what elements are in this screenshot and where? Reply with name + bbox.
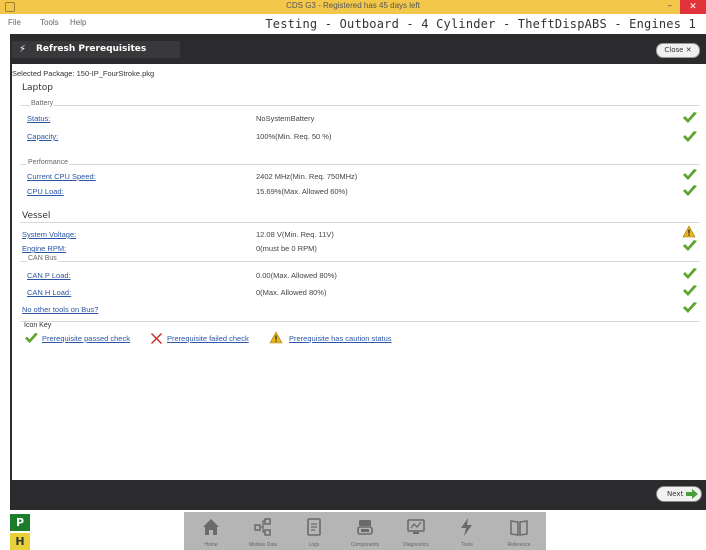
- check-icon: [683, 268, 697, 279]
- close-label: Close: [664, 46, 684, 54]
- menu-help[interactable]: Help: [70, 18, 86, 27]
- nav-module-data[interactable]: Module Data: [241, 512, 285, 550]
- check-icon: [683, 169, 697, 180]
- capacity-value: 100%(Min. Req. 50 %): [256, 132, 332, 141]
- section-vessel: Vessel: [22, 211, 51, 221]
- window-close-icon[interactable]: ✕: [680, 0, 706, 14]
- system-voltage-link[interactable]: System Voltage:: [22, 230, 76, 239]
- group-performance: Performance: [27, 159, 70, 166]
- next-button[interactable]: Next: [656, 486, 702, 502]
- h-badge[interactable]: H: [10, 533, 30, 550]
- close-button[interactable]: Close ✕: [656, 43, 700, 58]
- nav-logs-label: Logs: [308, 542, 320, 548]
- group-battery: Battery: [30, 100, 55, 107]
- group-divider: [20, 164, 700, 165]
- home-icon: [203, 519, 219, 535]
- nav-tools[interactable]: Tools: [445, 512, 489, 550]
- nav-components-label: Components: [350, 542, 380, 548]
- cpu-load-link[interactable]: CPU Load:: [27, 187, 64, 196]
- engine-rpm-link[interactable]: Engine RPM:: [22, 244, 66, 253]
- menu-file[interactable]: File: [8, 18, 21, 27]
- key-failed: Prerequisite failed check: [167, 334, 249, 343]
- key-passed: Prerequisite passed check: [42, 334, 130, 343]
- arrow-right-icon: [686, 489, 698, 499]
- nav-diagnostics[interactable]: Diagnostics: [394, 512, 438, 550]
- failed-x-icon: [151, 333, 162, 344]
- key-caution: Prerequisite has caution status: [289, 334, 392, 343]
- capacity-link[interactable]: Capacity:: [27, 132, 58, 141]
- nav-diagnostics-label: Diagnostics: [403, 542, 429, 548]
- group-divider: [20, 105, 700, 106]
- nav-logs[interactable]: Logs: [292, 512, 336, 550]
- other-tools-link[interactable]: No other tools on Bus?: [22, 305, 98, 314]
- can-h-load-link[interactable]: CAN H Load:: [27, 288, 71, 297]
- can-p-load-link[interactable]: CAN P Load:: [27, 271, 71, 280]
- can-p-load-value: 0.00(Max. Allowed 80%): [256, 271, 337, 280]
- system-voltage-value: 12.08 V(Min. Req. 11V): [256, 230, 334, 239]
- nav-components[interactable]: Components: [343, 512, 387, 550]
- icon-key-title: Icon Key: [24, 322, 52, 329]
- next-label: Next: [667, 490, 684, 498]
- module-data-icon: [254, 518, 271, 536]
- can-h-load-value: 0(Max. Allowed 80%): [256, 288, 327, 297]
- nav-module-data-label: Module Data: [248, 542, 278, 548]
- diagnostics-icon: [407, 519, 425, 534]
- check-icon: [683, 302, 697, 313]
- status-value: NoSystemBattery: [256, 114, 315, 123]
- components-icon: [357, 520, 373, 535]
- check-icon: [683, 285, 697, 296]
- section-laptop: Laptop: [22, 83, 53, 93]
- cpu-load-value: 15.69%(Max. Allowed 60%): [256, 187, 348, 196]
- nav-tools-label: Tools: [461, 542, 473, 548]
- caution-icon: [682, 225, 696, 238]
- lightning-icon: [461, 518, 472, 536]
- page-title: Refresh Prerequisites: [36, 44, 147, 54]
- menu-tools[interactable]: Tools: [40, 18, 59, 27]
- cpu-speed-link[interactable]: Current CPU Speed:: [27, 172, 96, 181]
- menu-bar: File Tools Help Testing - Outboard - 4 C…: [0, 14, 706, 34]
- group-divider: [20, 261, 700, 262]
- nav-home[interactable]: Home: [189, 512, 233, 550]
- engine-rpm-value: 0(must be 0 RPM): [256, 244, 317, 253]
- check-icon: [683, 240, 697, 251]
- close-icon: ✕: [685, 46, 692, 54]
- cpu-speed-value: 2402 MHz(Min. Req. 750MHz): [256, 172, 358, 181]
- status-link[interactable]: Status:: [27, 114, 50, 123]
- nav-reference[interactable]: Reference: [497, 512, 541, 550]
- logs-icon: [307, 518, 321, 536]
- check-icon: [683, 112, 697, 123]
- nav-home-label: Home: [204, 542, 218, 548]
- page-header: ⚡︎ Refresh Prerequisites: [12, 41, 180, 58]
- selected-package: Selected Package: 150-IP_FourStroke.pkg: [12, 69, 155, 78]
- check-icon: [683, 131, 697, 142]
- lightning-icon: ⚡︎: [19, 44, 27, 55]
- minimize-icon[interactable]: –: [668, 1, 673, 11]
- window-title: CDS G3 - Registered has 45 days left: [286, 1, 420, 10]
- book-icon: [510, 520, 528, 536]
- nav-reference-label: Reference: [507, 542, 531, 548]
- window-title-bar: CDS G3 - Registered has 45 days left – ✕: [0, 0, 706, 14]
- caution-icon: [269, 331, 283, 344]
- check-icon: [25, 332, 38, 344]
- app-title: Testing - Outboard - 4 Cylinder - TheftD…: [265, 17, 696, 31]
- prerequisites-panel: [12, 64, 706, 480]
- check-icon: [683, 185, 697, 196]
- group-can-bus: CAN Bus: [27, 255, 58, 262]
- p-badge[interactable]: P: [10, 514, 30, 531]
- group-divider: [20, 222, 700, 223]
